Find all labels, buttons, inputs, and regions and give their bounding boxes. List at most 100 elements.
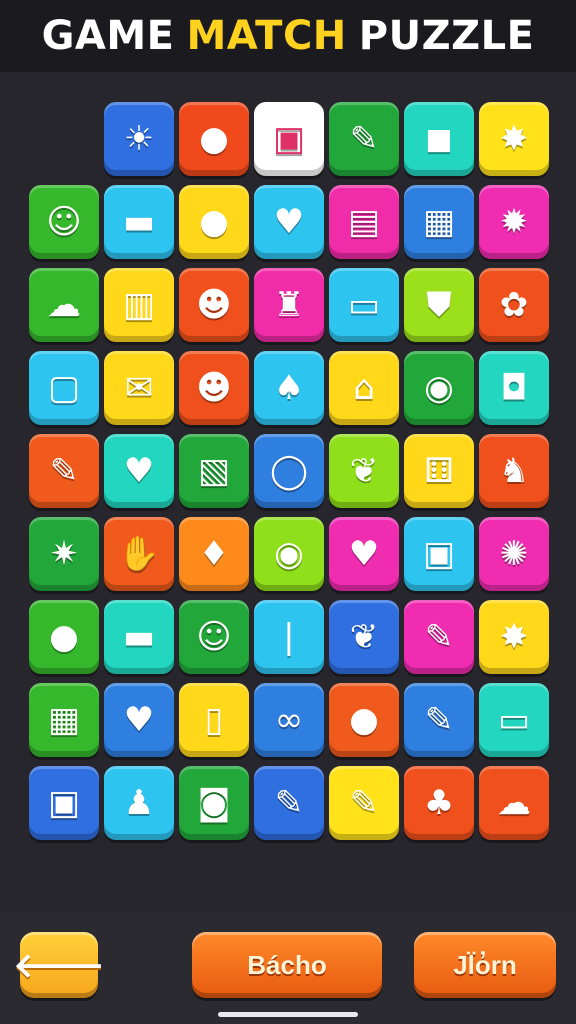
tile-r5-c2[interactable]: ♥ (104, 434, 174, 508)
tile-r8-c7[interactable]: ▭ (479, 683, 549, 757)
apple-icon: ● (199, 202, 229, 242)
tile-r2-c7[interactable]: ✹ (479, 185, 549, 259)
tile-r4-c5[interactable]: ⌂ (329, 351, 399, 425)
tile-r3-c4[interactable]: ♜ (254, 268, 324, 342)
middle-action-label: Bácho (247, 949, 327, 980)
tile-r2-c2[interactable]: ▬ (104, 185, 174, 259)
game-title: GAME MATCH PUZZLE (36, 13, 541, 59)
tile-r2-c4[interactable]: ♥ (254, 185, 324, 259)
tile-r4-c4[interactable]: ♠ (254, 351, 324, 425)
tile-r1-c2[interactable]: ☀ (104, 102, 174, 176)
tile-r6-c6[interactable]: ▣ (404, 517, 474, 591)
pencil-icon: ✎ (274, 783, 304, 823)
tile-r9-c3[interactable]: ◙ (179, 766, 249, 840)
tile-r7-c5[interactable]: ❦ (329, 600, 399, 674)
tile-r8-c2[interactable]: ♥ (104, 683, 174, 757)
potion-icon: ♣ (423, 783, 455, 823)
tile-r7-c2[interactable]: ▬ (104, 600, 174, 674)
pencil-icon: ✎ (49, 451, 79, 491)
car-icon: ◼ (424, 119, 454, 159)
speech-bubble-icon: ☁ (47, 285, 81, 325)
pencil-icon: ✎ (424, 700, 454, 740)
tile-r6-c3[interactable]: ♦ (179, 517, 249, 591)
tile-r5-c3[interactable]: ▧ (179, 434, 249, 508)
tile-r7-c4[interactable]: ❘ (254, 600, 324, 674)
egg-icon: ● (349, 700, 379, 740)
tile-r4-c7[interactable]: ◘ (479, 351, 549, 425)
tile-r4-c3[interactable]: ☻ (179, 351, 249, 425)
tile-r8-c5[interactable]: ● (329, 683, 399, 757)
tile-r8-c3[interactable]: ▯ (179, 683, 249, 757)
box-icon: ▣ (47, 783, 81, 823)
tile-r9-c1[interactable]: ▣ (29, 766, 99, 840)
tile-r5-c1[interactable]: ✎ (29, 434, 99, 508)
tile-r3-c7[interactable]: ✿ (479, 268, 549, 342)
title-word-game: GAME (41, 13, 175, 59)
tile-r7-c3[interactable]: ☺ (179, 600, 249, 674)
jar-icon: ▣ (422, 534, 456, 574)
tile-r8-c6[interactable]: ✎ (404, 683, 474, 757)
tile-r4-c6[interactable]: ◉ (404, 351, 474, 425)
tile-r9-c5[interactable]: ✎ (329, 766, 399, 840)
bottle-icon: ♜ (273, 285, 305, 325)
camera-icon: ▢ (47, 368, 81, 408)
tile-r7-c6[interactable]: ✎ (404, 600, 474, 674)
right-action-button[interactable]: Jl̈o̓rn (414, 932, 556, 998)
right-action-label: Jl̈o̓rn (453, 949, 517, 980)
title-bar: GAME MATCH PUZZLE (0, 0, 576, 72)
handcuffs-icon: ∞ (274, 700, 304, 740)
tile-r1-c3[interactable]: ● (179, 102, 249, 176)
tile-r3-c3[interactable]: ☻ (179, 268, 249, 342)
tile-r8-c4[interactable]: ∞ (254, 683, 324, 757)
tablet-icon: ▦ (422, 202, 456, 242)
tile-r6-c2[interactable]: ✋ (104, 517, 174, 591)
tile-r8-c1[interactable]: ▦ (29, 683, 99, 757)
heart-icon: ♥ (348, 534, 380, 574)
tile-r3-c1[interactable]: ☁ (29, 268, 99, 342)
pencil-icon: ✎ (424, 617, 454, 657)
hand-icon: ✋ (117, 534, 161, 574)
tile-r3-c5[interactable]: ▭ (329, 268, 399, 342)
tile-r9-c6[interactable]: ♣ (404, 766, 474, 840)
tile-r5-c5[interactable]: ❦ (329, 434, 399, 508)
tile-r6-c4[interactable]: ◉ (254, 517, 324, 591)
tile-r9-c7[interactable]: ☁ (479, 766, 549, 840)
heart-icon: ♥ (123, 451, 155, 491)
tile-r2-c6[interactable]: ▦ (404, 185, 474, 259)
tile-r1-c4[interactable]: ▣ (254, 102, 324, 176)
tile-r1-c6[interactable]: ◼ (404, 102, 474, 176)
middle-action-button[interactable]: Bácho (192, 932, 382, 998)
tile-r1-c5[interactable]: ✎ (329, 102, 399, 176)
home-indicator (218, 1012, 358, 1017)
tile-r5-c6[interactable]: ⚅ (404, 434, 474, 508)
bug-icon: ✷ (49, 534, 79, 574)
tile-r3-c6[interactable]: ⛊ (404, 268, 474, 342)
tile-r9-c2[interactable]: ♟ (104, 766, 174, 840)
tile-r9-c4[interactable]: ✎ (254, 766, 324, 840)
tile-r7-c1[interactable]: ● (29, 600, 99, 674)
tile-r5-c7[interactable]: ♞ (479, 434, 549, 508)
tile-r2-c1[interactable]: ☺ (29, 185, 99, 259)
tile-r6-c1[interactable]: ✷ (29, 517, 99, 591)
tile-r5-c4[interactable]: ◯ (254, 434, 324, 508)
tile-r4-c1[interactable]: ▢ (29, 351, 99, 425)
tile-r6-c7[interactable]: ✺ (479, 517, 549, 591)
card-icon: ▭ (497, 700, 531, 740)
tile-r6-c5[interactable]: ♥ (329, 517, 399, 591)
tile-r7-c7[interactable]: ✸ (479, 600, 549, 674)
candy-icon: ✺ (499, 534, 529, 574)
tile-r3-c2[interactable]: ▥ (104, 268, 174, 342)
tile-r4-c2[interactable]: ✉ (104, 351, 174, 425)
tile-r2-c3[interactable]: ● (179, 185, 249, 259)
leaf-icon: ❦ (349, 451, 379, 491)
leaf-icon: ❦ (349, 617, 379, 657)
camera-icon: ◙ (197, 783, 231, 823)
tile-r2-c5[interactable]: ▤ (329, 185, 399, 259)
back-button[interactable]: 🡐 (13, 932, 105, 998)
house-icon: ⌂ (353, 368, 375, 408)
book-icon: ▥ (122, 285, 156, 325)
medal-icon: ● (49, 617, 79, 657)
tile-r1-c7[interactable]: ✸ (479, 102, 549, 176)
calendar-icon: ▦ (47, 700, 81, 740)
jar-icon: ▣ (272, 119, 306, 159)
